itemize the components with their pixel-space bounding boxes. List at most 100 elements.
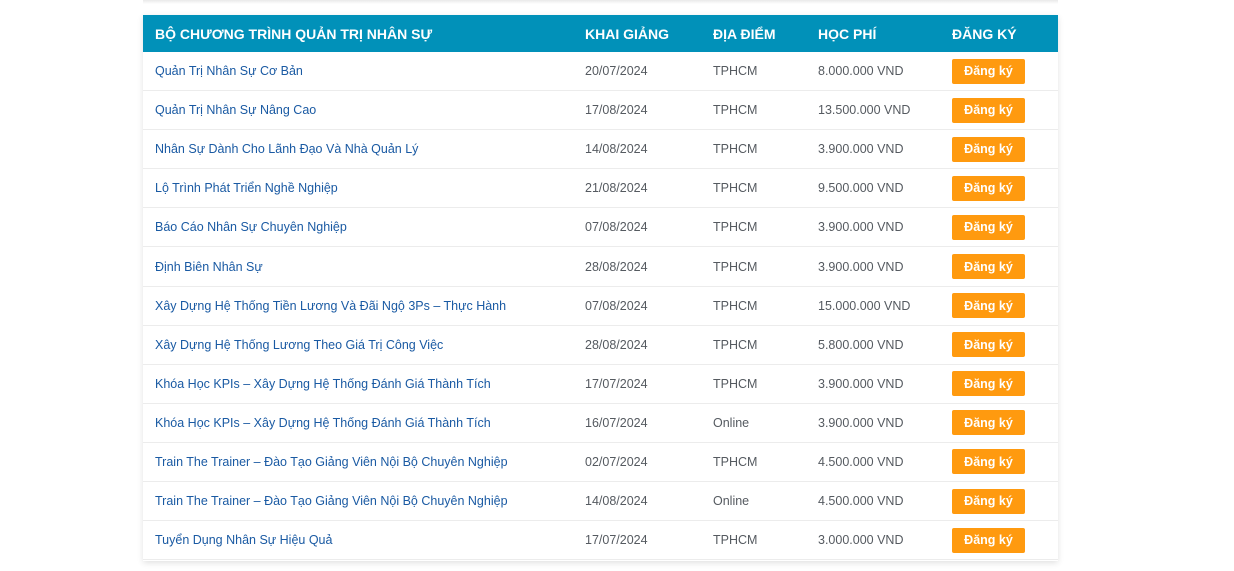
- start-date-cell: 28/08/2024: [585, 259, 648, 274]
- table-row: Báo Cáo Nhân Sự Chuyên Nghiệp 07/08/2024…: [143, 208, 1058, 248]
- course-cell: Lộ Trình Phát Triển Nghề Nghiệp: [155, 169, 575, 207]
- header-fee: HỌC PHÍ: [818, 25, 877, 42]
- course-link[interactable]: Khóa Học KPIs – Xây Dựng Hệ Thống Đánh G…: [155, 377, 491, 391]
- location-cell: Online: [713, 415, 750, 430]
- register-cell: Đăng ký: [952, 287, 1052, 325]
- table-row: Quản Trị Nhân Sự Cơ Bản 20/07/2024 TPHCM…: [143, 52, 1058, 92]
- location-cell: TPHCM: [713, 454, 758, 469]
- table-row: Xây Dựng Hệ Thống Lương Theo Giá Trị Côn…: [143, 326, 1058, 365]
- start-date-cell: 21/08/2024: [585, 181, 648, 196]
- fee-cell: 3.000.000 VND: [818, 533, 904, 548]
- fee-cell: 3.900.000 VND: [818, 220, 904, 235]
- register-button[interactable]: Đăng ký: [952, 449, 1025, 475]
- start-date-cell: 02/07/2024: [585, 454, 648, 469]
- course-cell: Quản Trị Nhân Sự Cơ Bản: [155, 52, 575, 90]
- start-date-cell: 07/08/2024: [585, 220, 648, 235]
- fee-cell: 5.800.000 VND: [818, 337, 904, 352]
- page: BỘ CHƯƠNG TRÌNH QUẢN TRỊ NHÂN SỰ KHAI GI…: [0, 0, 1234, 571]
- location-cell: TPHCM: [713, 298, 758, 313]
- table-header-row: BỘ CHƯƠNG TRÌNH QUẢN TRỊ NHÂN SỰ KHAI GI…: [143, 15, 1058, 52]
- register-cell: Đăng ký: [952, 365, 1052, 403]
- register-button[interactable]: Đăng ký: [952, 410, 1025, 436]
- table-row: Khóa Học KPIs – Xây Dựng Hệ Thống Đánh G…: [143, 365, 1058, 404]
- course-cell: Khóa Học KPIs – Xây Dựng Hệ Thống Đánh G…: [155, 404, 575, 442]
- table-body: Quản Trị Nhân Sự Cơ Bản 20/07/2024 TPHCM…: [143, 52, 1058, 561]
- register-button[interactable]: Đăng ký: [952, 136, 1025, 162]
- register-cell: Đăng ký: [952, 326, 1052, 364]
- register-cell: Đăng ký: [952, 404, 1052, 442]
- register-button[interactable]: Đăng ký: [952, 332, 1025, 358]
- fee-cell: 4.500.000 VND: [818, 494, 904, 509]
- table-row: Nhân Sự Dành Cho Lãnh Đạo Và Nhà Quản Lý…: [143, 130, 1058, 170]
- fee-cell: 15.000.000 VND: [818, 298, 911, 313]
- fee-cell: 8.000.000 VND: [818, 64, 904, 79]
- fee-cell: 3.900.000 VND: [818, 142, 904, 157]
- location-cell: TPHCM: [713, 337, 758, 352]
- register-button[interactable]: Đăng ký: [952, 527, 1025, 553]
- course-cell: Khóa Học KPIs – Xây Dựng Hệ Thống Đánh G…: [155, 365, 575, 403]
- location-cell: Online: [713, 494, 750, 509]
- header-register: ĐĂNG KÝ: [952, 25, 1017, 42]
- course-link[interactable]: Xây Dựng Hệ Thống Tiền Lương Và Đãi Ngộ …: [155, 299, 506, 313]
- course-link[interactable]: Xây Dựng Hệ Thống Lương Theo Giá Trị Côn…: [155, 338, 443, 352]
- course-link[interactable]: Định Biên Nhân Sự: [155, 260, 263, 274]
- course-cell: Nhân Sự Dành Cho Lãnh Đạo Và Nhà Quản Lý: [155, 130, 575, 168]
- location-cell: TPHCM: [713, 533, 758, 548]
- start-date-cell: 07/08/2024: [585, 298, 648, 313]
- fee-cell: 4.500.000 VND: [818, 454, 904, 469]
- fee-cell: 9.500.000 VND: [818, 181, 904, 196]
- course-cell: Báo Cáo Nhân Sự Chuyên Nghiệp: [155, 208, 575, 246]
- register-button[interactable]: Đăng ký: [952, 58, 1025, 84]
- start-date-cell: 28/08/2024: [585, 337, 648, 352]
- course-link[interactable]: Nhân Sự Dành Cho Lãnh Đạo Và Nhà Quản Lý: [155, 142, 418, 156]
- course-schedule-table: BỘ CHƯƠNG TRÌNH QUẢN TRỊ NHÂN SỰ KHAI GI…: [143, 15, 1058, 561]
- register-button[interactable]: Đăng ký: [952, 254, 1025, 280]
- fee-cell: 3.900.000 VND: [818, 259, 904, 274]
- top-divider: [143, 0, 1058, 4]
- table-row: Lộ Trình Phát Triển Nghề Nghiệp 21/08/20…: [143, 169, 1058, 209]
- start-date-cell: 17/07/2024: [585, 376, 648, 391]
- course-cell: Train The Trainer – Đào Tạo Giảng Viên N…: [155, 482, 575, 520]
- register-button[interactable]: Đăng ký: [952, 97, 1025, 123]
- register-button[interactable]: Đăng ký: [952, 175, 1025, 201]
- location-cell: TPHCM: [713, 259, 758, 274]
- register-cell: Đăng ký: [952, 52, 1052, 90]
- course-cell: Xây Dựng Hệ Thống Lương Theo Giá Trị Côn…: [155, 326, 575, 364]
- register-button[interactable]: Đăng ký: [952, 371, 1025, 397]
- register-cell: Đăng ký: [952, 91, 1052, 129]
- start-date-cell: 16/07/2024: [585, 415, 648, 430]
- table-row: Định Biên Nhân Sự 28/08/2024 TPHCM 3.900…: [143, 247, 1058, 287]
- register-button[interactable]: Đăng ký: [952, 488, 1025, 514]
- header-program: BỘ CHƯƠNG TRÌNH QUẢN TRỊ NHÂN SỰ: [155, 25, 433, 42]
- location-cell: TPHCM: [713, 376, 758, 391]
- course-link[interactable]: Tuyển Dụng Nhân Sự Hiệu Quả: [155, 533, 332, 547]
- table-row: Khóa Học KPIs – Xây Dựng Hệ Thống Đánh G…: [143, 404, 1058, 443]
- start-date-cell: 20/07/2024: [585, 64, 648, 79]
- course-cell: Train The Trainer – Đào Tạo Giảng Viên N…: [155, 443, 575, 481]
- course-link[interactable]: Báo Cáo Nhân Sự Chuyên Nghiệp: [155, 220, 347, 234]
- fee-cell: 3.900.000 VND: [818, 376, 904, 391]
- table-row: Train The Trainer – Đào Tạo Giảng Viên N…: [143, 482, 1058, 522]
- course-link[interactable]: Train The Trainer – Đào Tạo Giảng Viên N…: [155, 494, 508, 508]
- register-button[interactable]: Đăng ký: [952, 214, 1025, 240]
- table-row: Tuyển Dụng Nhân Sự Hiệu Quả 17/07/2024 T…: [143, 521, 1058, 561]
- course-link[interactable]: Quản Trị Nhân Sự Nâng Cao: [155, 103, 316, 117]
- course-cell: Quản Trị Nhân Sự Nâng Cao: [155, 91, 575, 129]
- course-link[interactable]: Lộ Trình Phát Triển Nghề Nghiệp: [155, 181, 338, 195]
- course-link[interactable]: Khóa Học KPIs – Xây Dựng Hệ Thống Đánh G…: [155, 416, 491, 430]
- register-cell: Đăng ký: [952, 482, 1052, 520]
- location-cell: TPHCM: [713, 64, 758, 79]
- start-date-cell: 14/08/2024: [585, 494, 648, 509]
- register-cell: Đăng ký: [952, 521, 1052, 559]
- location-cell: TPHCM: [713, 181, 758, 196]
- header-start-date: KHAI GIẢNG: [585, 25, 669, 42]
- register-button[interactable]: Đăng ký: [952, 293, 1025, 319]
- course-cell: Tuyển Dụng Nhân Sự Hiệu Quả: [155, 521, 575, 559]
- course-link[interactable]: Train The Trainer – Đào Tạo Giảng Viên N…: [155, 455, 508, 469]
- course-cell: Định Biên Nhân Sự: [155, 247, 575, 285]
- course-link[interactable]: Quản Trị Nhân Sự Cơ Bản: [155, 64, 303, 78]
- table-row: Train The Trainer – Đào Tạo Giảng Viên N…: [143, 443, 1058, 483]
- location-cell: TPHCM: [713, 103, 758, 118]
- register-cell: Đăng ký: [952, 208, 1052, 246]
- register-cell: Đăng ký: [952, 443, 1052, 481]
